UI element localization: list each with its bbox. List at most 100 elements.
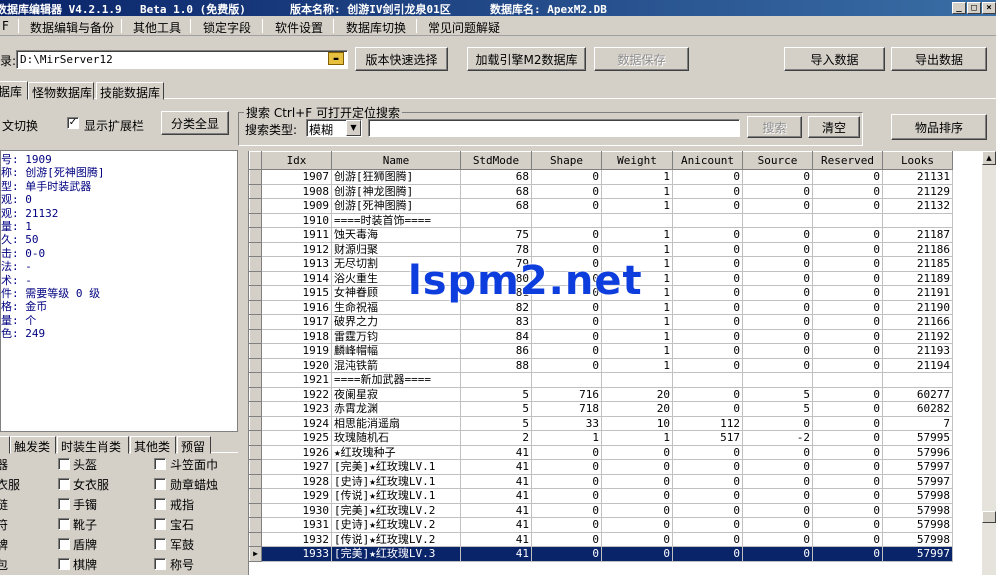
table-cell[interactable] bbox=[882, 372, 953, 388]
table-cell[interactable]: 1 bbox=[601, 314, 673, 330]
table-cell[interactable]: 0 bbox=[531, 343, 602, 359]
row-indicator[interactable] bbox=[249, 169, 262, 185]
scroll-up-icon[interactable]: ▲ bbox=[982, 151, 996, 165]
table-row[interactable]: 1926 ★红玫瑰种子 41 0 0 0 0 0 57996 bbox=[249, 444, 953, 460]
table-cell[interactable]: 68 bbox=[460, 198, 532, 214]
menu-lock-fields[interactable]: 锁定字段 bbox=[203, 19, 251, 36]
table-row[interactable]: 1910 ====时装首饰==== bbox=[249, 212, 953, 228]
table-cell[interactable]: 0 bbox=[742, 474, 813, 489]
table-cell[interactable]: 0 bbox=[742, 285, 813, 301]
table-cell[interactable]: 0 bbox=[601, 488, 673, 504]
table-cell[interactable]: 1932 bbox=[261, 532, 332, 547]
export-data-button[interactable]: 导出数据 bbox=[891, 47, 987, 71]
table-cell[interactable]: 0 bbox=[672, 445, 743, 460]
table-cell[interactable]: 78 bbox=[460, 242, 532, 257]
table-cell[interactable]: 0 bbox=[531, 169, 602, 185]
table-cell[interactable]: 0 bbox=[531, 314, 602, 330]
table-cell[interactable]: 1907 bbox=[261, 169, 332, 185]
row-indicator[interactable] bbox=[249, 430, 262, 446]
table-cell[interactable]: 0 bbox=[672, 169, 743, 185]
table-cell[interactable]: [传说]★红玫瑰LV.2 bbox=[331, 532, 461, 547]
tab-category-prev[interactable] bbox=[0, 436, 10, 454]
table-cell[interactable]: 0 bbox=[812, 358, 883, 373]
table-cell[interactable]: 57997 bbox=[882, 459, 953, 475]
table-cell[interactable]: 1913 bbox=[261, 256, 332, 272]
table-row[interactable]: 1930 [完美]★红玫瑰LV.2 41 0 0 0 0 0 57998 bbox=[249, 502, 953, 518]
table-cell[interactable]: 1917 bbox=[261, 314, 332, 330]
table-cell[interactable]: 21132 bbox=[882, 198, 953, 214]
table-cell[interactable]: 0 bbox=[672, 242, 743, 257]
table-cell[interactable]: 1920 bbox=[261, 358, 332, 373]
table-cell[interactable]: 83 bbox=[460, 314, 532, 330]
table-cell[interactable]: 0 bbox=[531, 358, 602, 373]
table-cell[interactable]: 0 bbox=[812, 474, 883, 489]
table-cell[interactable]: 0 bbox=[672, 285, 743, 301]
table-cell[interactable]: 10 bbox=[601, 416, 673, 431]
table-cell[interactable]: 21186 bbox=[882, 242, 953, 257]
table-cell[interactable]: 41 bbox=[460, 532, 532, 547]
table-cell[interactable] bbox=[742, 372, 813, 388]
table-cell[interactable]: 1929 bbox=[261, 488, 332, 504]
table-cell[interactable]: 0 bbox=[601, 517, 673, 533]
table-cell[interactable]: [完美]★红玫瑰LV.1 bbox=[331, 459, 461, 475]
show-all-button[interactable]: 分类全显 bbox=[161, 111, 229, 135]
table-cell[interactable]: 21190 bbox=[882, 300, 953, 315]
row-indicator[interactable] bbox=[249, 183, 262, 199]
menu-db-switch[interactable]: 数据库切换 bbox=[346, 19, 406, 36]
table-cell[interactable]: 0 bbox=[601, 546, 673, 562]
folder-icon[interactable]: ▬ bbox=[328, 52, 344, 65]
row-indicator[interactable] bbox=[249, 227, 262, 243]
menu-data-edit[interactable]: 数据编辑与备份 bbox=[30, 19, 114, 36]
table-row[interactable]: 1931 [史诗]★红玫瑰LV.2 41 0 0 0 0 0 57998 bbox=[249, 517, 953, 533]
table-cell[interactable]: 112 bbox=[672, 416, 743, 431]
table-cell[interactable]: 0 bbox=[601, 503, 673, 518]
row-indicator[interactable] bbox=[249, 488, 262, 504]
table-cell[interactable]: 1 bbox=[601, 169, 673, 185]
table-cell[interactable]: 0 bbox=[601, 459, 673, 475]
table-cell[interactable]: 0 bbox=[672, 314, 743, 330]
row-indicator[interactable]: ▶ bbox=[249, 546, 262, 562]
table-cell[interactable]: 1928 bbox=[261, 474, 332, 489]
table-cell[interactable]: 0 bbox=[672, 387, 743, 402]
table-cell[interactable]: 1 bbox=[601, 358, 673, 373]
path-input[interactable]: D:\MirServer12 ▬ bbox=[16, 50, 348, 69]
table-cell[interactable]: 5 bbox=[742, 401, 813, 417]
row-indicator[interactable] bbox=[249, 343, 262, 359]
table-row[interactable]: 1907 创游[狂狮图腾] 68 0 1 0 0 0 21131 bbox=[249, 169, 953, 185]
table-row[interactable]: 1927 [完美]★红玫瑰LV.1 41 0 0 0 0 0 57997 bbox=[249, 459, 953, 475]
column-header-source[interactable]: Source bbox=[742, 151, 813, 170]
menu-settings[interactable]: 软件设置 bbox=[275, 19, 323, 36]
table-cell[interactable]: 86 bbox=[460, 343, 532, 359]
table-row[interactable]: 1932 [传说]★红玫瑰LV.2 41 0 0 0 0 0 57998 bbox=[249, 531, 953, 547]
table-cell[interactable]: 716 bbox=[531, 387, 602, 402]
row-indicator[interactable] bbox=[249, 314, 262, 330]
grid-vertical-scrollbar[interactable]: ▲ bbox=[982, 151, 996, 575]
table-cell[interactable]: [完美]★红玫瑰LV.2 bbox=[331, 503, 461, 518]
table-cell[interactable]: 0 bbox=[812, 401, 883, 417]
table-cell[interactable]: 41 bbox=[460, 488, 532, 504]
table-cell[interactable]: 相思能消遥扇 bbox=[331, 416, 461, 431]
row-indicator[interactable] bbox=[249, 198, 262, 214]
table-cell[interactable]: 1910 bbox=[261, 213, 332, 228]
category-checkbox[interactable] bbox=[154, 518, 166, 530]
table-cell[interactable]: 5 bbox=[460, 416, 532, 431]
table-cell[interactable]: 1925 bbox=[261, 430, 332, 446]
table-cell[interactable]: 0 bbox=[531, 517, 602, 533]
table-cell[interactable]: 0 bbox=[672, 358, 743, 373]
table-cell[interactable]: 1921 bbox=[261, 372, 332, 388]
table-cell[interactable] bbox=[531, 213, 602, 228]
table-cell[interactable]: 21131 bbox=[882, 169, 953, 185]
table-cell[interactable]: 蚀天毒海 bbox=[331, 227, 461, 243]
table-cell[interactable]: 0 bbox=[742, 256, 813, 272]
table-cell[interactable]: 1909 bbox=[261, 198, 332, 214]
table-cell[interactable]: 0 bbox=[672, 532, 743, 547]
column-header-stdmode[interactable]: StdMode bbox=[460, 151, 532, 170]
table-cell[interactable]: 21193 bbox=[882, 343, 953, 359]
table-cell[interactable]: 21191 bbox=[882, 285, 953, 301]
table-cell[interactable]: 0 bbox=[672, 488, 743, 504]
table-cell[interactable]: 0 bbox=[672, 184, 743, 199]
table-cell[interactable] bbox=[672, 372, 743, 388]
table-cell[interactable]: 41 bbox=[460, 445, 532, 460]
quick-select-button[interactable]: 版本快速选择 bbox=[355, 47, 448, 71]
row-indicator[interactable] bbox=[249, 459, 262, 475]
